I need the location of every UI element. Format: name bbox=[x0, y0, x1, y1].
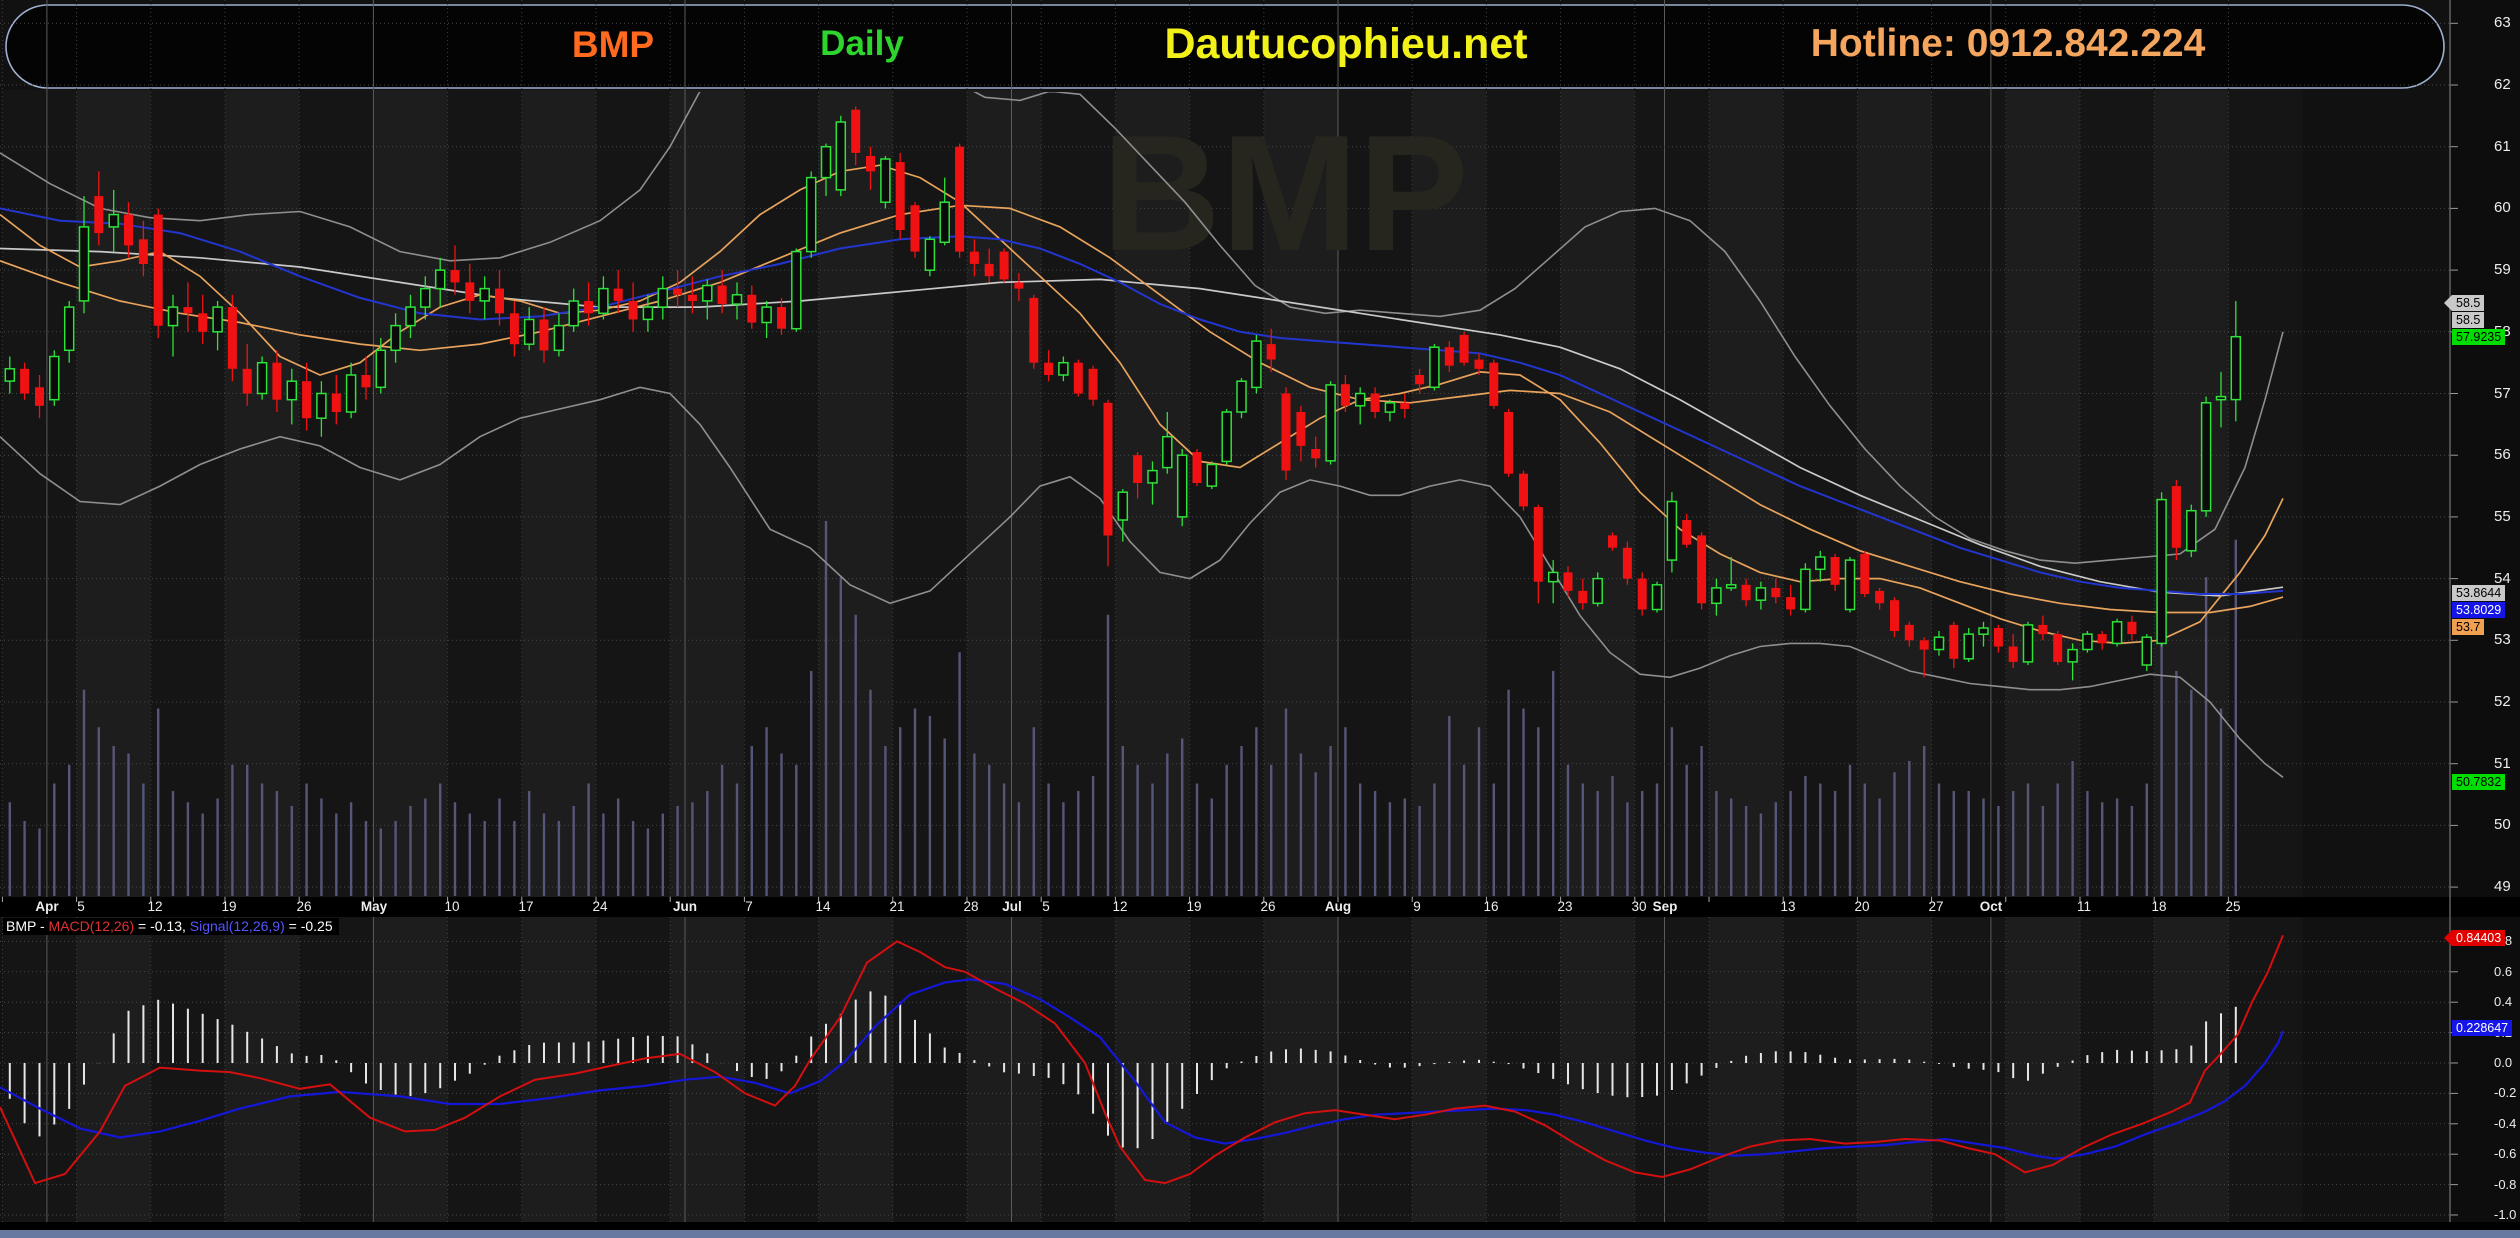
price-axis-label: 63 bbox=[2494, 14, 2511, 31]
price-axis-label: 53 bbox=[2494, 631, 2511, 648]
x-axis-month-label: Aug bbox=[1325, 899, 1351, 914]
x-axis-week-label: 21 bbox=[889, 899, 904, 914]
macd-axis-label: -0.2 bbox=[2494, 1085, 2516, 1100]
x-axis-week-label: 14 bbox=[815, 899, 830, 914]
x-axis-week-label: 18 bbox=[2151, 899, 2166, 914]
price-axis-label: 62 bbox=[2494, 76, 2511, 93]
floating-value-label: 57.9235 bbox=[2452, 329, 2505, 345]
macd-axis-label: 0.6 bbox=[2494, 964, 2512, 979]
macd-axis-label: -0.8 bbox=[2494, 1177, 2516, 1192]
macd-label-prefix: BMP - bbox=[6, 918, 49, 934]
x-axis-week-label: 25 bbox=[2225, 899, 2240, 914]
price-axis-label: 61 bbox=[2494, 138, 2511, 155]
macd-name: MACD(12,26) bbox=[49, 918, 135, 934]
x-axis-week-label: 5 bbox=[77, 899, 85, 914]
x-axis-week-label: 10 bbox=[444, 899, 459, 914]
x-axis-month-label: Apr bbox=[35, 899, 58, 914]
macd-axis-label: -1.0 bbox=[2494, 1207, 2516, 1222]
x-axis-week-label: 16 bbox=[1483, 899, 1498, 914]
price-axis-label: 49 bbox=[2494, 878, 2511, 895]
x-axis-week-label: 30 bbox=[1631, 899, 1646, 914]
signal-value: = -0.25 bbox=[285, 918, 333, 934]
signal-name: Signal(12,26,9) bbox=[190, 918, 285, 934]
x-axis-month-label: Oct bbox=[1980, 899, 2003, 914]
x-axis-month-label: Jun bbox=[673, 899, 697, 914]
macd-axis-label: 0.4 bbox=[2494, 994, 2512, 1009]
trading-chart-app: BMP BMP Daily Dautucophieu.net Hotline: … bbox=[0, 0, 2520, 1238]
x-axis-week-label: 9 bbox=[1413, 899, 1421, 914]
x-axis-month-label: Sep bbox=[1653, 899, 1678, 914]
floating-value-label: 0.228647 bbox=[2452, 1020, 2512, 1036]
x-axis-week-label: 19 bbox=[221, 899, 236, 914]
x-axis-month-label: May bbox=[361, 899, 387, 914]
watermark: BMP bbox=[1102, 101, 1469, 285]
price-axis-label: 60 bbox=[2494, 199, 2511, 216]
x-axis-week-label: 13 bbox=[1780, 899, 1795, 914]
floating-value-label: 58.5 bbox=[2452, 312, 2484, 328]
floating-value-label: 53.8029 bbox=[2452, 602, 2505, 618]
floating-value-label: 58.5 bbox=[2452, 295, 2484, 311]
x-axis-month-label: Jul bbox=[1002, 899, 1022, 914]
macd-value: = -0.13, bbox=[134, 918, 190, 934]
floating-value-label: 50.7832 bbox=[2452, 774, 2505, 790]
x-axis-week-label: 20 bbox=[1854, 899, 1869, 914]
price-axis-label: 56 bbox=[2494, 446, 2511, 463]
horizontal-scrollbar[interactable] bbox=[0, 1230, 2520, 1238]
price-axis-label: 51 bbox=[2494, 755, 2511, 772]
price-axis-label: 59 bbox=[2494, 261, 2511, 278]
floating-value-label: 53.8644 bbox=[2452, 585, 2505, 601]
macd-axis-label: -0.4 bbox=[2494, 1116, 2516, 1131]
x-axis-week-label: 5 bbox=[1042, 899, 1050, 914]
floating-value-label: 53.7 bbox=[2452, 619, 2484, 635]
floating-value-label: 0.84403 bbox=[2452, 930, 2505, 946]
x-axis-week-label: 26 bbox=[1260, 899, 1275, 914]
x-axis-week-label: 28 bbox=[963, 899, 978, 914]
macd-axis-label: -0.6 bbox=[2494, 1146, 2516, 1161]
x-axis-week-label: 11 bbox=[2077, 899, 2091, 914]
x-axis-week-label: 26 bbox=[296, 899, 311, 914]
x-axis-week-label: 23 bbox=[1557, 899, 1572, 914]
price-axis-label: 57 bbox=[2494, 385, 2511, 402]
price-axis-label: 55 bbox=[2494, 508, 2511, 525]
x-axis-week-label: 19 bbox=[1186, 899, 1201, 914]
x-axis-week-label: 7 bbox=[745, 899, 753, 914]
price-axis-label: 52 bbox=[2494, 693, 2511, 710]
x-axis-week-label: 12 bbox=[1112, 899, 1127, 914]
macd-indicator-label: BMP - MACD(12,26) = -0.13, Signal(12,26,… bbox=[3, 918, 339, 935]
price-chart-canvas[interactable]: BMP bbox=[0, 0, 2520, 1238]
x-axis-week-label: 17 bbox=[518, 899, 533, 914]
macd-axis-label: 0.0 bbox=[2494, 1055, 2512, 1070]
x-axis-week-label: 12 bbox=[147, 899, 162, 914]
x-axis-week-label: 24 bbox=[592, 899, 607, 914]
x-axis-week-label: 27 bbox=[1928, 899, 1943, 914]
price-axis-label: 50 bbox=[2494, 816, 2511, 833]
